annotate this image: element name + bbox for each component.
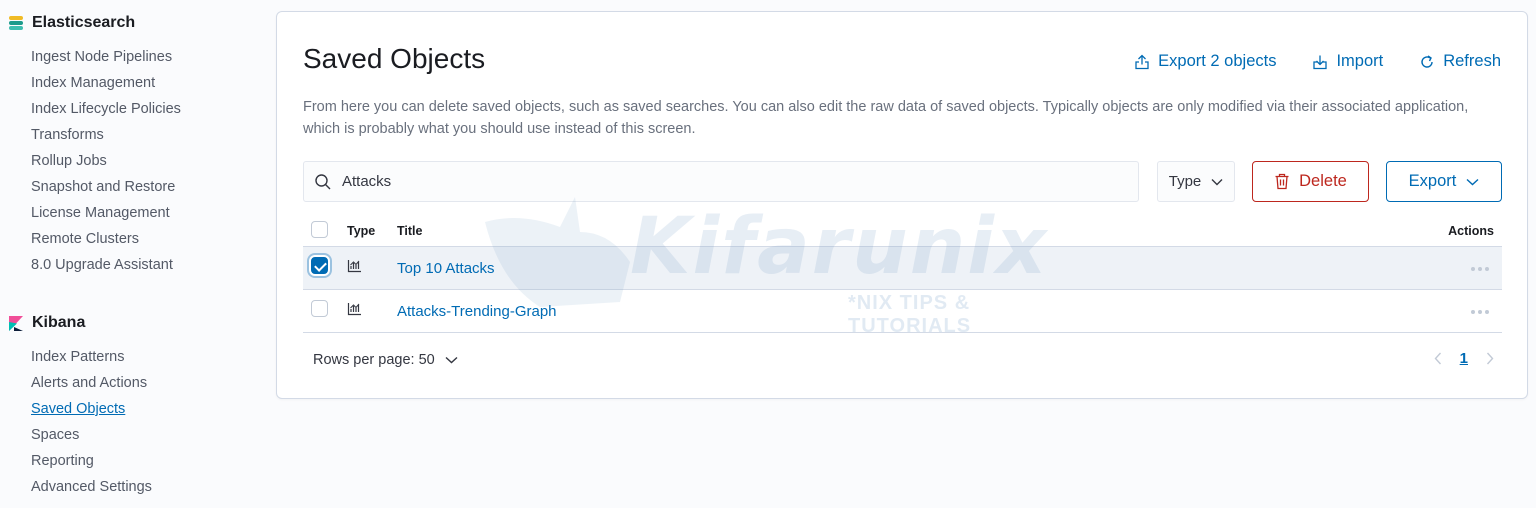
sidebar-item-reporting[interactable]: Reporting [31,453,94,469]
type-filter-button[interactable]: Type [1157,161,1235,202]
row-actions-icon[interactable] [1470,259,1490,277]
sidebar-item-saved-objects[interactable]: Saved Objects [31,401,125,417]
column-header-title[interactable]: Title [397,224,422,238]
sidebar-item-spaces[interactable]: Spaces [31,427,79,443]
search-icon [315,173,331,189]
import-button[interactable]: Import [1312,52,1383,71]
header-actions: Export 2 objects Import Refresh [1134,52,1501,71]
delete-label: Delete [1299,172,1347,190]
rows-per-page-label: Rows per page: 50 [313,352,435,368]
chevron-down-icon [1466,178,1479,185]
row-title-link[interactable]: Top 10 Attacks [397,260,495,277]
row-checkbox[interactable] [311,300,328,322]
export-label: Export [1408,172,1457,190]
chevron-down-icon [1211,178,1223,185]
sidebar-item-advanced-settings[interactable]: Advanced Settings [31,479,152,495]
refresh-label: Refresh [1443,52,1501,70]
type-filter-label: Type [1168,173,1202,190]
chevron-right-icon[interactable] [1486,352,1494,365]
export-objects-label: Export 2 objects [1158,52,1277,70]
export-objects-button[interactable]: Export 2 objects [1134,52,1276,71]
row-actions-icon[interactable] [1470,302,1490,320]
elasticsearch-group-title: Elasticsearch [8,14,135,32]
sidebar-item-upgrade-assistant[interactable]: 8.0 Upgrade Assistant [31,257,173,273]
column-header-actions: Actions [1448,223,1494,238]
rows-per-page-button[interactable]: Rows per page: 50 [313,352,458,368]
chevron-left-icon[interactable] [1434,352,1442,365]
saved-objects-panel: Saved Objects Export 2 objects Import Re… [276,11,1528,399]
delete-button[interactable]: Delete [1252,161,1369,202]
saved-objects-table: Type Title Actions Top 10 Attacks Attack… [303,215,1502,333]
kibana-logo-icon [9,316,23,331]
sidebar-item-index-patterns[interactable]: Index Patterns [31,349,125,365]
search-box[interactable] [303,161,1139,202]
trash-icon [1275,173,1289,190]
row-title-link[interactable]: Attacks-Trending-Graph [397,303,557,320]
select-all-checkbox[interactable] [311,220,328,241]
visualize-icon [347,259,362,278]
elasticsearch-logo-icon [9,16,23,30]
sidebar-item-index-lifecycle-policies[interactable]: Index Lifecycle Policies [31,101,181,117]
row-checkbox[interactable] [311,257,328,279]
table-header: Type Title Actions [303,215,1502,247]
sidebar-item-license-management[interactable]: License Management [31,205,170,221]
import-icon [1313,55,1328,69]
sidebar-item-remote-clusters[interactable]: Remote Clusters [31,231,139,247]
kibana-title: Kibana [32,314,86,331]
table-footer: Rows per page: 50 1 [303,348,1502,376]
sidebar-item-rollup-jobs[interactable]: Rollup Jobs [31,153,107,169]
visualize-icon [347,302,362,321]
search-input[interactable] [342,173,1102,190]
import-label: Import [1336,52,1384,70]
table-row: Top 10 Attacks [303,247,1502,290]
refresh-button[interactable]: Refresh [1419,52,1501,71]
page-description: From here you can delete saved objects, … [303,99,1469,137]
sidebar-item-snapshot-and-restore[interactable]: Snapshot and Restore [31,179,175,195]
refresh-icon [1421,54,1433,68]
export-icon [1135,54,1149,69]
column-header-type[interactable]: Type [347,224,375,238]
page-number-button[interactable]: 1 [1460,350,1468,367]
table-row: Attacks-Trending-Graph [303,290,1502,333]
page-title: Saved Objects [303,43,486,74]
sidebar-item-index-management[interactable]: Index Management [31,75,155,91]
sidebar-item-transforms[interactable]: Transforms [31,127,104,143]
export-button[interactable]: Export [1386,161,1502,202]
pagination: 1 [1434,350,1494,367]
sidebar-item-ingest-node-pipelines[interactable]: Ingest Node Pipelines [31,49,172,65]
elasticsearch-title: Elasticsearch [32,14,136,31]
sidebar: Elasticsearch Ingest Node Pipelines Inde… [0,0,260,508]
sidebar-item-alerts-and-actions[interactable]: Alerts and Actions [31,375,147,391]
kibana-group-title: Kibana [8,314,85,332]
chevron-down-icon [445,356,458,364]
